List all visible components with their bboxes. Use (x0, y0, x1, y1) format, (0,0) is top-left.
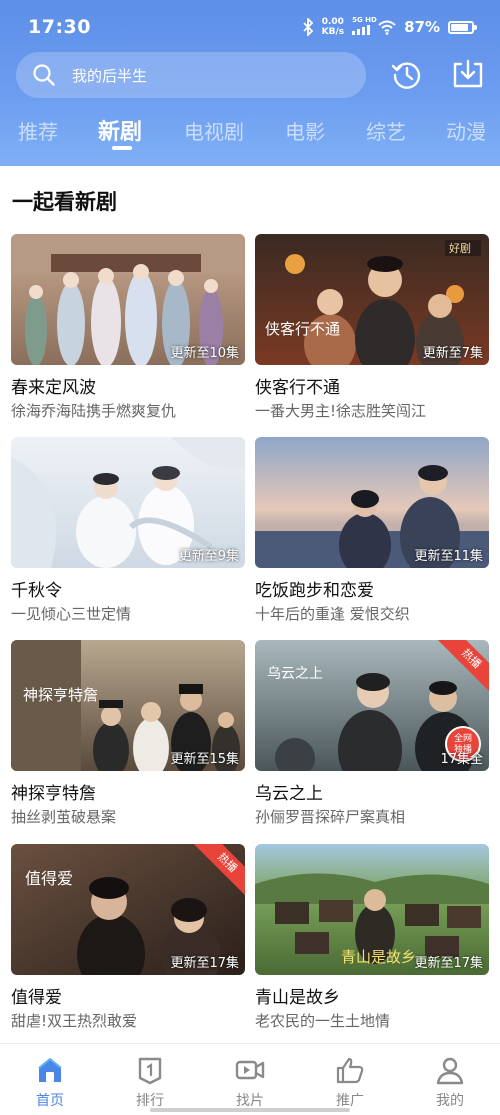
drama-poster[interactable]: 青山是故乡 更新至17集 (255, 844, 489, 975)
search-bar[interactable]: 我的后半生 (16, 52, 366, 98)
nav-promote-label: 推广 (336, 1093, 364, 1109)
status-icons: 0.00 KB/s 5G HD 87% (302, 16, 477, 37)
drama-title[interactable]: 春来定风波 (11, 373, 96, 398)
nav-profile-label: 我的 (436, 1093, 464, 1109)
episode-status: 更新至17集 (414, 956, 483, 971)
battery-icon (448, 20, 477, 34)
nav-home-label: 首页 (36, 1093, 64, 1109)
drama-poster[interactable]: 乌云之上 热播 全网 独播 17集全 (255, 640, 489, 771)
nav-ranking-label: 排行 (136, 1093, 164, 1109)
status-bar: 17:30 0.00 KB/s 5G HD 87% (0, 0, 500, 56)
home-icon (38, 1057, 62, 1082)
ranking-icon (138, 1057, 162, 1085)
episode-status: 17集全 (440, 752, 483, 767)
drama-card[interactable]: 更新至11集 吃饭跑步和恋爱 十年后的重逢 爱恨交织 (255, 437, 489, 633)
drama-subtitle: 一见倾心三世定情 (11, 605, 132, 623)
episode-status: 更新至9集 (178, 549, 239, 564)
drama-title[interactable]: 青山是故乡 (255, 983, 340, 1008)
poster-title-text: 神探亨特詹 (23, 686, 98, 704)
tab-movies[interactable]: 电影 (285, 116, 325, 145)
bottom-nav: 首页 排行 找片 推广 我的 (0, 1043, 500, 1115)
nav-promote[interactable]: 推广 (315, 1054, 385, 1110)
nav-profile[interactable]: 我的 (415, 1054, 485, 1110)
drama-subtitle: 一番大男主!徐志胜笑闯江 (255, 402, 427, 420)
episode-status: 更新至17集 (170, 956, 239, 971)
battery-percent: 87% (404, 18, 440, 36)
poster-title-text: 侠客行不通 (265, 320, 340, 338)
drama-subtitle: 抽丝剥茧破悬案 (11, 808, 117, 826)
home-indicator (150, 1108, 350, 1112)
drama-poster[interactable]: 神探亨特詹 更新至15集 (11, 640, 245, 771)
drama-title[interactable]: 神探亨特詹 (11, 779, 96, 804)
drama-poster[interactable]: 更新至11集 (255, 437, 489, 568)
tab-new-drama[interactable]: 新剧 (98, 114, 142, 146)
video-camera-icon (235, 1060, 265, 1080)
poster-title-text: 乌云之上 (267, 666, 323, 682)
wifi-icon (378, 20, 396, 35)
category-tabs: 推荐 新剧 电视剧 电影 综艺 动漫 (0, 112, 500, 160)
nav-find-video[interactable]: 找片 (215, 1054, 285, 1110)
net-speed-unit: KB/s (321, 27, 345, 37)
status-time: 17:30 (28, 16, 91, 38)
tab-tv-series[interactable]: 电视剧 (184, 116, 244, 145)
drama-poster[interactable]: 值得爱 热播 更新至17集 (11, 844, 245, 975)
drama-subtitle: 甜虐!双王热烈敢爱 (11, 1012, 138, 1030)
poster-corner-text: 好剧 (449, 241, 471, 255)
thumbs-up-icon (336, 1057, 364, 1084)
net-speed-value: 0.00 (321, 17, 344, 27)
download-icon (453, 59, 483, 88)
drama-card[interactable]: 更新至10集 春来定风波 徐海乔海陆携手燃爽复仇 (11, 234, 245, 430)
drama-card[interactable]: 值得爱 热播 更新至17集 值得爱 甜虐!双王热烈敢爱 (11, 844, 245, 1040)
nav-home[interactable]: 首页 (15, 1054, 85, 1110)
tab-anime[interactable]: 动漫 (446, 116, 486, 145)
bluetooth-icon (302, 18, 313, 36)
history-button[interactable] (390, 58, 424, 92)
nav-find-video-label: 找片 (236, 1093, 264, 1109)
drama-card[interactable]: 青山是故乡 更新至17集 青山是故乡 老农民的一生土地情 (255, 844, 489, 1040)
drama-title[interactable]: 值得爱 (11, 983, 62, 1008)
drama-subtitle: 徐海乔海陆携手燃爽复仇 (11, 402, 177, 420)
drama-poster[interactable]: 更新至9集 (11, 437, 245, 568)
drama-poster[interactable]: 更新至10集 (11, 234, 245, 365)
search-icon (33, 64, 55, 86)
user-icon (436, 1057, 464, 1085)
signal-icon: 5G HD (352, 16, 377, 35)
drama-subtitle: 孙俪罗晋探碎尸案真相 (255, 808, 406, 826)
drama-poster[interactable]: 好剧 侠客行不通 更新至7集 (255, 234, 489, 365)
search-placeholder: 我的后半生 (72, 66, 148, 85)
tab-recommend[interactable]: 推荐 (18, 116, 58, 145)
episode-status: 更新至11集 (414, 549, 483, 564)
exclusive-badge-line1: 全网 (453, 734, 472, 744)
poster-title-text: 青山是故乡 (341, 948, 416, 966)
drama-title[interactable]: 千秋令 (11, 576, 62, 601)
drama-subtitle: 十年后的重逢 爱恨交织 (255, 605, 410, 623)
drama-card[interactable]: 更新至9集 千秋令 一见倾心三世定情 (11, 437, 245, 633)
net-speed: 0.00 KB/s (322, 17, 344, 37)
episode-status: 更新至7集 (422, 346, 483, 361)
poster-title-text: 值得爱 (25, 869, 73, 888)
drama-title[interactable]: 侠客行不通 (255, 373, 340, 398)
drama-title[interactable]: 乌云之上 (255, 779, 323, 804)
drama-card[interactable]: 乌云之上 热播 全网 独播 17集全 乌云之上 孙俪罗晋探碎尸案真相 (255, 640, 489, 836)
nav-ranking[interactable]: 排行 (115, 1054, 185, 1110)
signal-tag: 5G HD (352, 16, 377, 24)
episode-status: 更新至15集 (170, 752, 239, 767)
history-icon (391, 62, 421, 89)
active-tab-indicator (112, 146, 132, 150)
section-title: 一起看新剧 (12, 190, 117, 214)
drama-title[interactable]: 吃饭跑步和恋爱 (255, 576, 374, 601)
download-button[interactable] (451, 58, 485, 92)
tab-variety[interactable]: 综艺 (366, 116, 406, 145)
drama-card[interactable]: 好剧 侠客行不通 更新至7集 侠客行不通 一番大男主!徐志胜笑闯江 (255, 234, 489, 430)
episode-status: 更新至10集 (170, 346, 239, 361)
drama-subtitle: 老农民的一生土地情 (255, 1012, 391, 1030)
app-header: 17:30 0.00 KB/s 5G HD 87% 我的后半生 推荐 新剧 电视… (0, 0, 500, 166)
drama-card[interactable]: 神探亨特詹 更新至15集 神探亨特詹 抽丝剥茧破悬案 (11, 640, 245, 836)
